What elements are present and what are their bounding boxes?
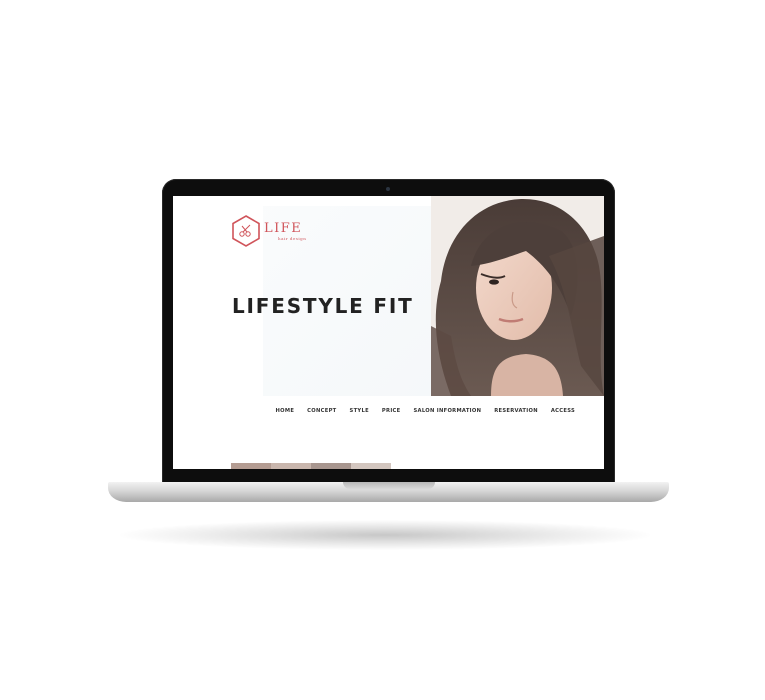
gallery-thumbnail[interactable]: [231, 463, 271, 469]
laptop-base: [108, 482, 669, 502]
camera-icon: [386, 187, 390, 191]
gallery-thumbnail[interactable]: [351, 463, 391, 469]
hexagon-scissors-icon: [232, 215, 260, 247]
hero-headline: LIFESTYLE FIT: [232, 294, 414, 318]
nav-item-price[interactable]: PRICE: [375, 408, 407, 414]
site-logo[interactable]: LIFE hair design: [231, 215, 321, 247]
laptop-notch: [343, 482, 435, 489]
nav-item-salon-information[interactable]: SALON INFORMATION: [407, 408, 488, 414]
logo-tagline: hair design: [278, 235, 307, 241]
gallery-strip: [231, 463, 391, 469]
nav-item-home[interactable]: HOME: [269, 408, 301, 414]
laptop-screen: LIFE hair design LIFESTYLE FIT HOME CONC…: [173, 196, 604, 469]
nav-item-access[interactable]: ACCESS: [544, 408, 581, 414]
main-navigation: HOME CONCEPT STYLE PRICE SALON INFORMATI…: [269, 408, 582, 414]
logo-wordmark: LIFE: [264, 220, 303, 236]
laptop-lid: LIFE hair design LIFESTYLE FIT HOME CONC…: [162, 179, 615, 483]
laptop-shadow: [120, 520, 650, 550]
nav-item-reservation[interactable]: RESERVATION: [488, 408, 545, 414]
gallery-thumbnail[interactable]: [311, 463, 351, 469]
portrait-illustration: [431, 196, 604, 396]
hero-section: LIFE hair design LIFESTYLE FIT: [173, 196, 604, 396]
hero-portrait-image: [431, 196, 604, 396]
gallery-thumbnail[interactable]: [271, 463, 311, 469]
nav-item-concept[interactable]: CONCEPT: [301, 408, 343, 414]
nav-item-style[interactable]: STYLE: [343, 408, 375, 414]
